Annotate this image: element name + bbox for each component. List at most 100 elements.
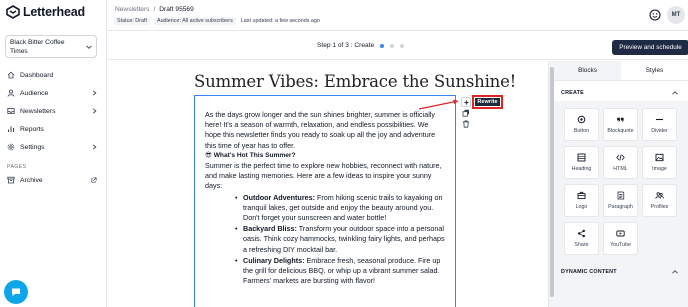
newsletter-title[interactable]: Summer Vibes: Embrace the Sunshine! — [194, 72, 516, 91]
help-icon[interactable] — [649, 9, 661, 21]
sidebar-item-label: Settings — [20, 143, 45, 151]
inbox-icon — [7, 108, 15, 114]
chevron-up-icon — [672, 270, 678, 274]
duplicate-icon[interactable] — [462, 109, 470, 117]
sidebar-item-newsletters[interactable]: Newsletters — [0, 102, 106, 120]
chat-support-button[interactable] — [4, 280, 28, 304]
step-indicator: Step 1 of 3 : Create — [317, 42, 375, 49]
create-heading: CREATE — [561, 90, 584, 96]
block-share[interactable]: Share — [564, 222, 599, 255]
block-divider[interactable]: Divider — [642, 108, 677, 141]
share-icon — [578, 229, 585, 238]
list-item: Backyard Bliss: Transform your outdoor s… — [235, 224, 446, 255]
panel-tabs: Blocks Styles — [554, 61, 688, 81]
list-item-title: Culinary Delights: — [243, 255, 305, 265]
list-item: Outdoor Adventures: From hiking scenic t… — [235, 193, 446, 224]
divider-icon — [656, 118, 663, 121]
sidebar-item-audience[interactable]: Audience — [0, 84, 106, 102]
block-label: YouTube — [610, 242, 631, 248]
archive-icon — [7, 176, 15, 184]
breadcrumb-current: Draft 95569 — [159, 6, 194, 13]
quote-icon — [617, 117, 624, 123]
chevron-down-icon — [86, 45, 92, 49]
blocks-panel: Blocks Styles CREATE Button Blockquote D… — [554, 61, 688, 307]
button-icon — [577, 115, 586, 124]
logo-icon — [577, 191, 586, 200]
profiles-icon — [655, 192, 664, 199]
sparkle-icon — [463, 99, 469, 105]
dynamic-content-section-header[interactable]: DYNAMIC CONTENT — [554, 264, 688, 280]
block-label: Logo — [575, 204, 588, 210]
status-row: Status: Draft Audience: All active subsc… — [114, 17, 320, 25]
block-label: Blockquote — [607, 128, 634, 134]
step-dot[interactable] — [390, 44, 394, 48]
dynamic-content-heading: DYNAMIC CONTENT — [561, 269, 617, 275]
chevron-right-icon — [92, 90, 97, 96]
editor-toolbar: Step 1 of 3 : Create Preview and schedul… — [107, 31, 688, 60]
last-updated: Last updated: a few seconds ago — [240, 18, 320, 24]
sidebar-item-label: Newsletters — [20, 107, 56, 115]
image-icon — [655, 153, 664, 162]
chevron-right-icon — [92, 108, 97, 114]
block-label: Button — [573, 128, 590, 134]
block-label: Heading — [571, 166, 592, 172]
sidebar-item-settings[interactable]: Settings — [0, 138, 106, 156]
trash-icon[interactable] — [462, 120, 470, 128]
pages-section-label: PAGES — [7, 164, 27, 170]
preview-and-schedule-button[interactable]: Preview and schedule — [612, 40, 688, 55]
brand-name: Letterhead — [23, 5, 85, 19]
selected-text-block[interactable]: As the days grow longer and the sun shin… — [194, 95, 456, 307]
create-section-header[interactable]: CREATE — [554, 85, 688, 101]
block-label: Profiles — [650, 204, 669, 210]
step-dot-active[interactable] — [380, 44, 384, 48]
ai-sparkle-button[interactable] — [461, 97, 471, 107]
publication-select[interactable]: Black Bitter Coffee Times — [5, 35, 97, 58]
block-heading[interactable]: Heading — [564, 146, 599, 179]
section-heading: 😎 What's Hot This Summer? — [205, 151, 296, 159]
block-paragraph[interactable]: Paragraph — [603, 184, 638, 217]
list-item-title: Backyard Bliss: — [243, 224, 297, 234]
home-icon — [7, 71, 15, 79]
block-label: Paragraph — [608, 204, 633, 210]
blocks-grid: Button Blockquote Divider Heading HTML I… — [554, 101, 688, 289]
page-header: Newsletters / Draft 95569 Status: Draft … — [107, 0, 688, 31]
chevron-right-icon — [92, 144, 97, 150]
code-icon — [616, 154, 625, 161]
list-item: Culinary Delights: Embrace fresh, season… — [235, 255, 446, 287]
block-label: Image — [652, 166, 667, 172]
breadcrumb-newsletters[interactable]: Newsletters — [115, 6, 149, 13]
tab-styles[interactable]: Styles — [621, 61, 688, 80]
sidebar-item-archive[interactable]: Archive — [0, 171, 106, 189]
publication-name: Black Bitter Coffee Times — [10, 39, 65, 55]
gear-icon — [7, 143, 15, 151]
external-link-icon — [91, 177, 97, 183]
block-image[interactable]: Image — [642, 146, 677, 179]
block-button[interactable]: Button — [564, 108, 599, 141]
tab-blocks[interactable]: Blocks — [554, 61, 621, 80]
intro-paragraph: As the days grow longer and the sun shin… — [205, 110, 436, 150]
section-paragraph: Summer is the perfect time to explore ne… — [205, 161, 442, 191]
sidebar-item-label: Audience — [20, 89, 49, 97]
sidebar-item-label: Reports — [20, 125, 44, 133]
chart-icon — [8, 126, 14, 132]
user-icon — [7, 89, 15, 97]
block-html[interactable]: HTML — [603, 146, 638, 179]
paragraph-icon — [617, 191, 625, 200]
sidebar-item-dashboard[interactable]: Dashboard — [0, 66, 106, 84]
breadcrumb: Newsletters / Draft 95569 — [115, 6, 194, 13]
block-profiles[interactable]: Profiles — [642, 184, 677, 217]
avatar[interactable]: MT — [667, 6, 685, 24]
sidebar: Letterhead Black Bitter Coffee Times Das… — [0, 0, 107, 307]
audience-badge: Audience: All active subscribers — [153, 17, 236, 25]
logo[interactable]: Letterhead — [6, 5, 85, 19]
rewrite-button[interactable]: Rewrite — [472, 95, 503, 109]
step-dot[interactable] — [400, 44, 404, 48]
sidebar-nav: Dashboard Audience Newsletters Reports S… — [0, 66, 106, 156]
chat-icon — [12, 288, 20, 296]
block-youtube[interactable]: YouTube — [603, 222, 638, 255]
block-label: Share — [574, 242, 589, 248]
block-logo[interactable]: Logo — [564, 184, 599, 217]
sidebar-item-label: Dashboard — [20, 71, 54, 79]
sidebar-item-reports[interactable]: Reports — [0, 120, 106, 138]
block-blockquote[interactable]: Blockquote — [603, 108, 638, 141]
